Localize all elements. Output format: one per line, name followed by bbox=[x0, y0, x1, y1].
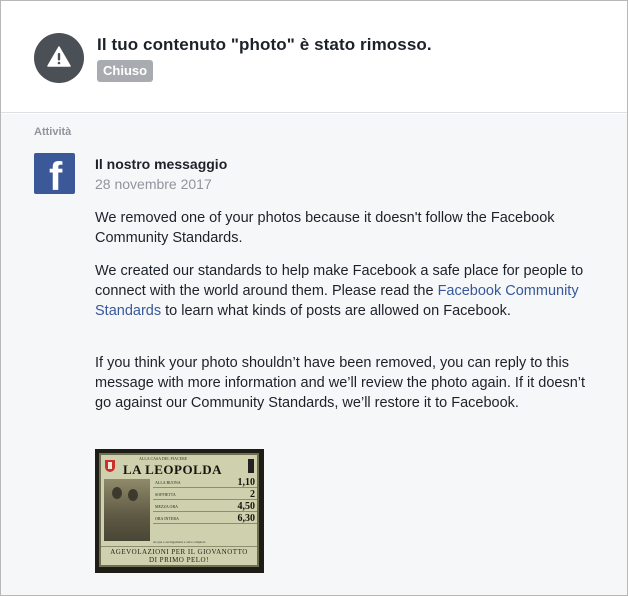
paragraph-2-text-end: to learn what kinds of posts are allowed… bbox=[161, 303, 511, 319]
notification-panel: Il tuo contenuto "photo" è stato rimosso… bbox=[0, 0, 628, 596]
message-paragraph-2: We created our standards to help make Fa… bbox=[95, 261, 595, 321]
removed-photo[interactable]: ALLA CASA DEL PIACERE LA LEOPOLDA ALLA B… bbox=[95, 449, 264, 573]
poster-title: LA LEOPOLDA bbox=[123, 462, 223, 477]
facebook-logo-icon: f bbox=[34, 153, 75, 194]
poster-flag-icon bbox=[248, 459, 254, 473]
price-value: 2 bbox=[250, 489, 255, 500]
price-row: SOFFIETTA 2 bbox=[153, 489, 257, 500]
price-row: MEZZA ORA 4,50 bbox=[153, 501, 257, 512]
price-value: 6,30 bbox=[237, 513, 256, 524]
price-value: 1,10 bbox=[237, 477, 256, 488]
price-label: MEZZA ORA bbox=[155, 504, 178, 509]
status-badge: Chiuso bbox=[97, 60, 154, 82]
poster-photo bbox=[104, 479, 150, 541]
header: Il tuo contenuto "photo" è stato rimosso… bbox=[1, 1, 627, 113]
message-sender: Il nostro messaggio bbox=[95, 156, 228, 172]
coat-of-arms-icon bbox=[105, 460, 115, 472]
activity-label: Attività bbox=[34, 126, 72, 138]
message-date: 28 novembre 2017 bbox=[95, 176, 212, 192]
message-paragraph-3: If you think your photo shouldn’t have b… bbox=[95, 355, 586, 411]
poster-footer-line-1: AGEVOLAZIONI PER IL GIOVANOTTO bbox=[110, 548, 248, 556]
price-label: ORA INTERA bbox=[155, 516, 179, 521]
poster-footer: AGEVOLAZIONI PER IL GIOVANOTTO DI PRIMO … bbox=[101, 546, 257, 565]
price-label: SOFFIETTA bbox=[155, 492, 176, 497]
price-row: ALLA BUONA 1,10 bbox=[153, 477, 257, 488]
poster-footer-line-2: DI PRIMO PELO! bbox=[149, 556, 209, 564]
price-label: ALLA BUONA bbox=[155, 480, 181, 485]
price-row: ORA INTERA 6,30 bbox=[153, 513, 257, 524]
warning-icon bbox=[34, 33, 84, 83]
price-value: 4,50 bbox=[237, 501, 256, 512]
message-paragraph-1: We removed one of your photos because it… bbox=[95, 210, 555, 246]
poster-caption: ALLA CASA DEL PIACERE bbox=[139, 456, 188, 461]
page-title: Il tuo contenuto "photo" è stato rimosso… bbox=[97, 35, 432, 54]
activity-section: Attività f Il nostro messaggio 28 novemb… bbox=[1, 114, 627, 595]
poster-note: Acqua e asciugamani a sala completa bbox=[153, 540, 206, 544]
poster-image: ALLA CASA DEL PIACERE LA LEOPOLDA ALLA B… bbox=[99, 453, 259, 567]
